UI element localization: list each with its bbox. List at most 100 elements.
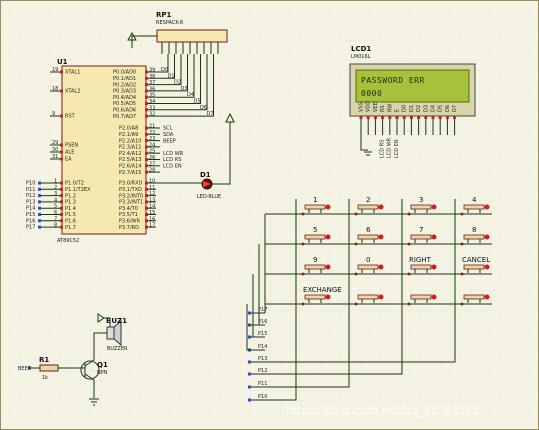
u1-p2-pin-name: P2.6/A14 xyxy=(119,164,141,170)
switch-contact-dot xyxy=(431,264,437,270)
u1-pin-name: RST xyxy=(65,114,76,120)
p0-net-label: D2 xyxy=(174,80,181,86)
u1-p0-pin-number: 38 xyxy=(149,74,155,80)
keypad-key-switch[interactable] xyxy=(357,264,379,270)
keypad-key-label: 2 xyxy=(366,196,370,204)
u1-p3-pin-name: P3.2/INT0 xyxy=(119,193,143,199)
u1-p2-pin-marker xyxy=(145,158,148,161)
keypad-key-switch[interactable] xyxy=(357,294,379,300)
watermark-text: https://blog.csdn.net/qq_45764141 xyxy=(286,404,479,417)
keypad-key-switch[interactable] xyxy=(304,234,326,240)
switch-contact-dot xyxy=(378,204,384,210)
u1-pin-marker xyxy=(60,89,63,93)
keypad-key-switch[interactable] xyxy=(463,264,485,270)
u1-p1-pin-marker xyxy=(60,194,63,198)
net-port-marker xyxy=(38,200,41,204)
u1-p2-pin-number: 27 xyxy=(149,161,155,167)
keypad-key-switch[interactable] xyxy=(463,204,485,210)
u1-p1-pin-number: 5 xyxy=(54,204,57,210)
u1-p2-pin-name: P2.3/A11 xyxy=(119,145,141,151)
p0-net-label: D6 xyxy=(200,105,207,111)
u1-p0-pin-name: P0.3/AD3 xyxy=(113,89,136,95)
u1-p3-pin-number: 16 xyxy=(149,216,155,222)
p2-net-label: SCL xyxy=(163,126,173,132)
keypad-key-switch[interactable] xyxy=(410,294,432,300)
switch-contact-dot xyxy=(325,204,331,210)
u1-p0-pin-number: 36 xyxy=(149,86,155,92)
u1-p2-pin-marker xyxy=(145,132,148,136)
switch-contact-dot xyxy=(484,204,490,210)
buz1-part-label: BUZZER xyxy=(107,346,128,352)
keypad-key-switch[interactable] xyxy=(304,264,326,270)
keypad-key-switch[interactable] xyxy=(357,204,379,210)
keypad-key-label: 0 xyxy=(366,256,370,264)
keypad-key-switch[interactable] xyxy=(463,234,485,240)
p0-net-label: D5 xyxy=(194,99,201,105)
lcd-pin-marker xyxy=(424,116,428,119)
u1-p0-pin-marker xyxy=(145,76,148,80)
q1-part-label: NPN xyxy=(97,370,108,376)
keypad-net-label: P15 xyxy=(258,331,267,337)
d1-ref-label: D1 xyxy=(200,171,211,179)
p1-net-label: P17 xyxy=(26,225,35,231)
u1-p3-pin-number: 11 xyxy=(149,185,155,191)
keypad-key-label: 6 xyxy=(366,226,371,234)
keypad-key-switch[interactable] xyxy=(463,294,485,300)
lcd-pin-marker xyxy=(417,116,421,119)
switch-contact-dot xyxy=(378,234,384,240)
keypad-key-switch[interactable] xyxy=(304,204,326,210)
u1-p3-pin-name: P3.1/TXD xyxy=(119,187,142,193)
net-port-marker xyxy=(38,181,41,185)
net-port-marker xyxy=(38,213,41,216)
u1-p1-pin-number: 6 xyxy=(54,210,57,216)
u1-p2-pin-name: P2.1/A9 xyxy=(119,132,138,138)
r1-resistor-body[interactable] xyxy=(39,364,59,372)
u1-p1-pin-marker xyxy=(60,219,63,223)
u1-p3-pin-marker xyxy=(145,225,148,229)
u1-p0-pin-marker xyxy=(145,102,148,105)
lcd-net-label: LCD EN xyxy=(394,139,400,158)
p1-net-label: P13 xyxy=(26,199,35,205)
u1-p2-pin-number: 23 xyxy=(149,136,155,142)
u1-pin-name: XTAL2 xyxy=(65,89,80,95)
u1-pin-marker xyxy=(60,157,63,161)
u1-p0-pin-marker xyxy=(145,108,148,112)
u1-p0-pin-marker xyxy=(145,95,148,99)
u1-p1-pin-name: P1.6 xyxy=(65,219,76,225)
u1-p2-pin-marker xyxy=(145,126,148,130)
u1-p3-pin-marker xyxy=(145,194,148,198)
keypad-key-switch[interactable] xyxy=(410,204,432,210)
u1-pin-number: 9 xyxy=(52,111,55,117)
u1-p1-pin-marker xyxy=(60,213,63,216)
u1-pin-name: XTAL1 xyxy=(65,70,80,76)
keypad-key-switch[interactable] xyxy=(410,264,432,270)
u1-p0-pin-name: P0.4/AD4 xyxy=(113,95,136,101)
net-port-marker xyxy=(248,398,251,402)
lcd-line-1: PASSWORD ERR xyxy=(361,76,425,85)
keypad-key-label: 9 xyxy=(313,256,317,264)
p0-net-label: D3 xyxy=(181,86,188,92)
keypad-net-label: P16 xyxy=(258,319,267,325)
u1-p3-pin-number: 17 xyxy=(149,223,155,229)
lcd-pin-name: D0 xyxy=(402,105,408,112)
keypad-key-switch[interactable] xyxy=(304,294,326,300)
u1-p0-pin-name: P0.1/AD1 xyxy=(113,76,136,82)
lcd-pin-name: D2 xyxy=(416,105,422,112)
buz1-body[interactable] xyxy=(106,326,115,340)
net-port-marker xyxy=(248,372,251,376)
keypad-key-switch[interactable] xyxy=(357,234,379,240)
lcd-pin-name: D7 xyxy=(452,105,458,112)
keypad-key-label: 5 xyxy=(313,226,317,234)
lcd-pin-marker xyxy=(366,116,370,119)
p2-net-label: LCD EN xyxy=(163,164,182,170)
keypad-key-switch[interactable] xyxy=(410,234,432,240)
lcd-pin-marker xyxy=(359,116,363,119)
net-port-marker xyxy=(248,323,251,327)
u1-p3-pin-name: P3.7/RD xyxy=(119,225,139,231)
lcd1-ref-label: LCD1 xyxy=(351,45,371,53)
rp1-body[interactable] xyxy=(156,29,228,43)
schematic-canvas: U1 AT89C52 XTAL1 19 XTAL2 18 RST 9 PSEN 29 ALE 30 EA… xyxy=(0,0,539,430)
u1-pin-number: 29 xyxy=(52,140,58,146)
u1-p2-pin-name: P2.7/A15 xyxy=(119,170,141,176)
u1-p3-pin-name: P3.6/WR xyxy=(119,219,141,225)
